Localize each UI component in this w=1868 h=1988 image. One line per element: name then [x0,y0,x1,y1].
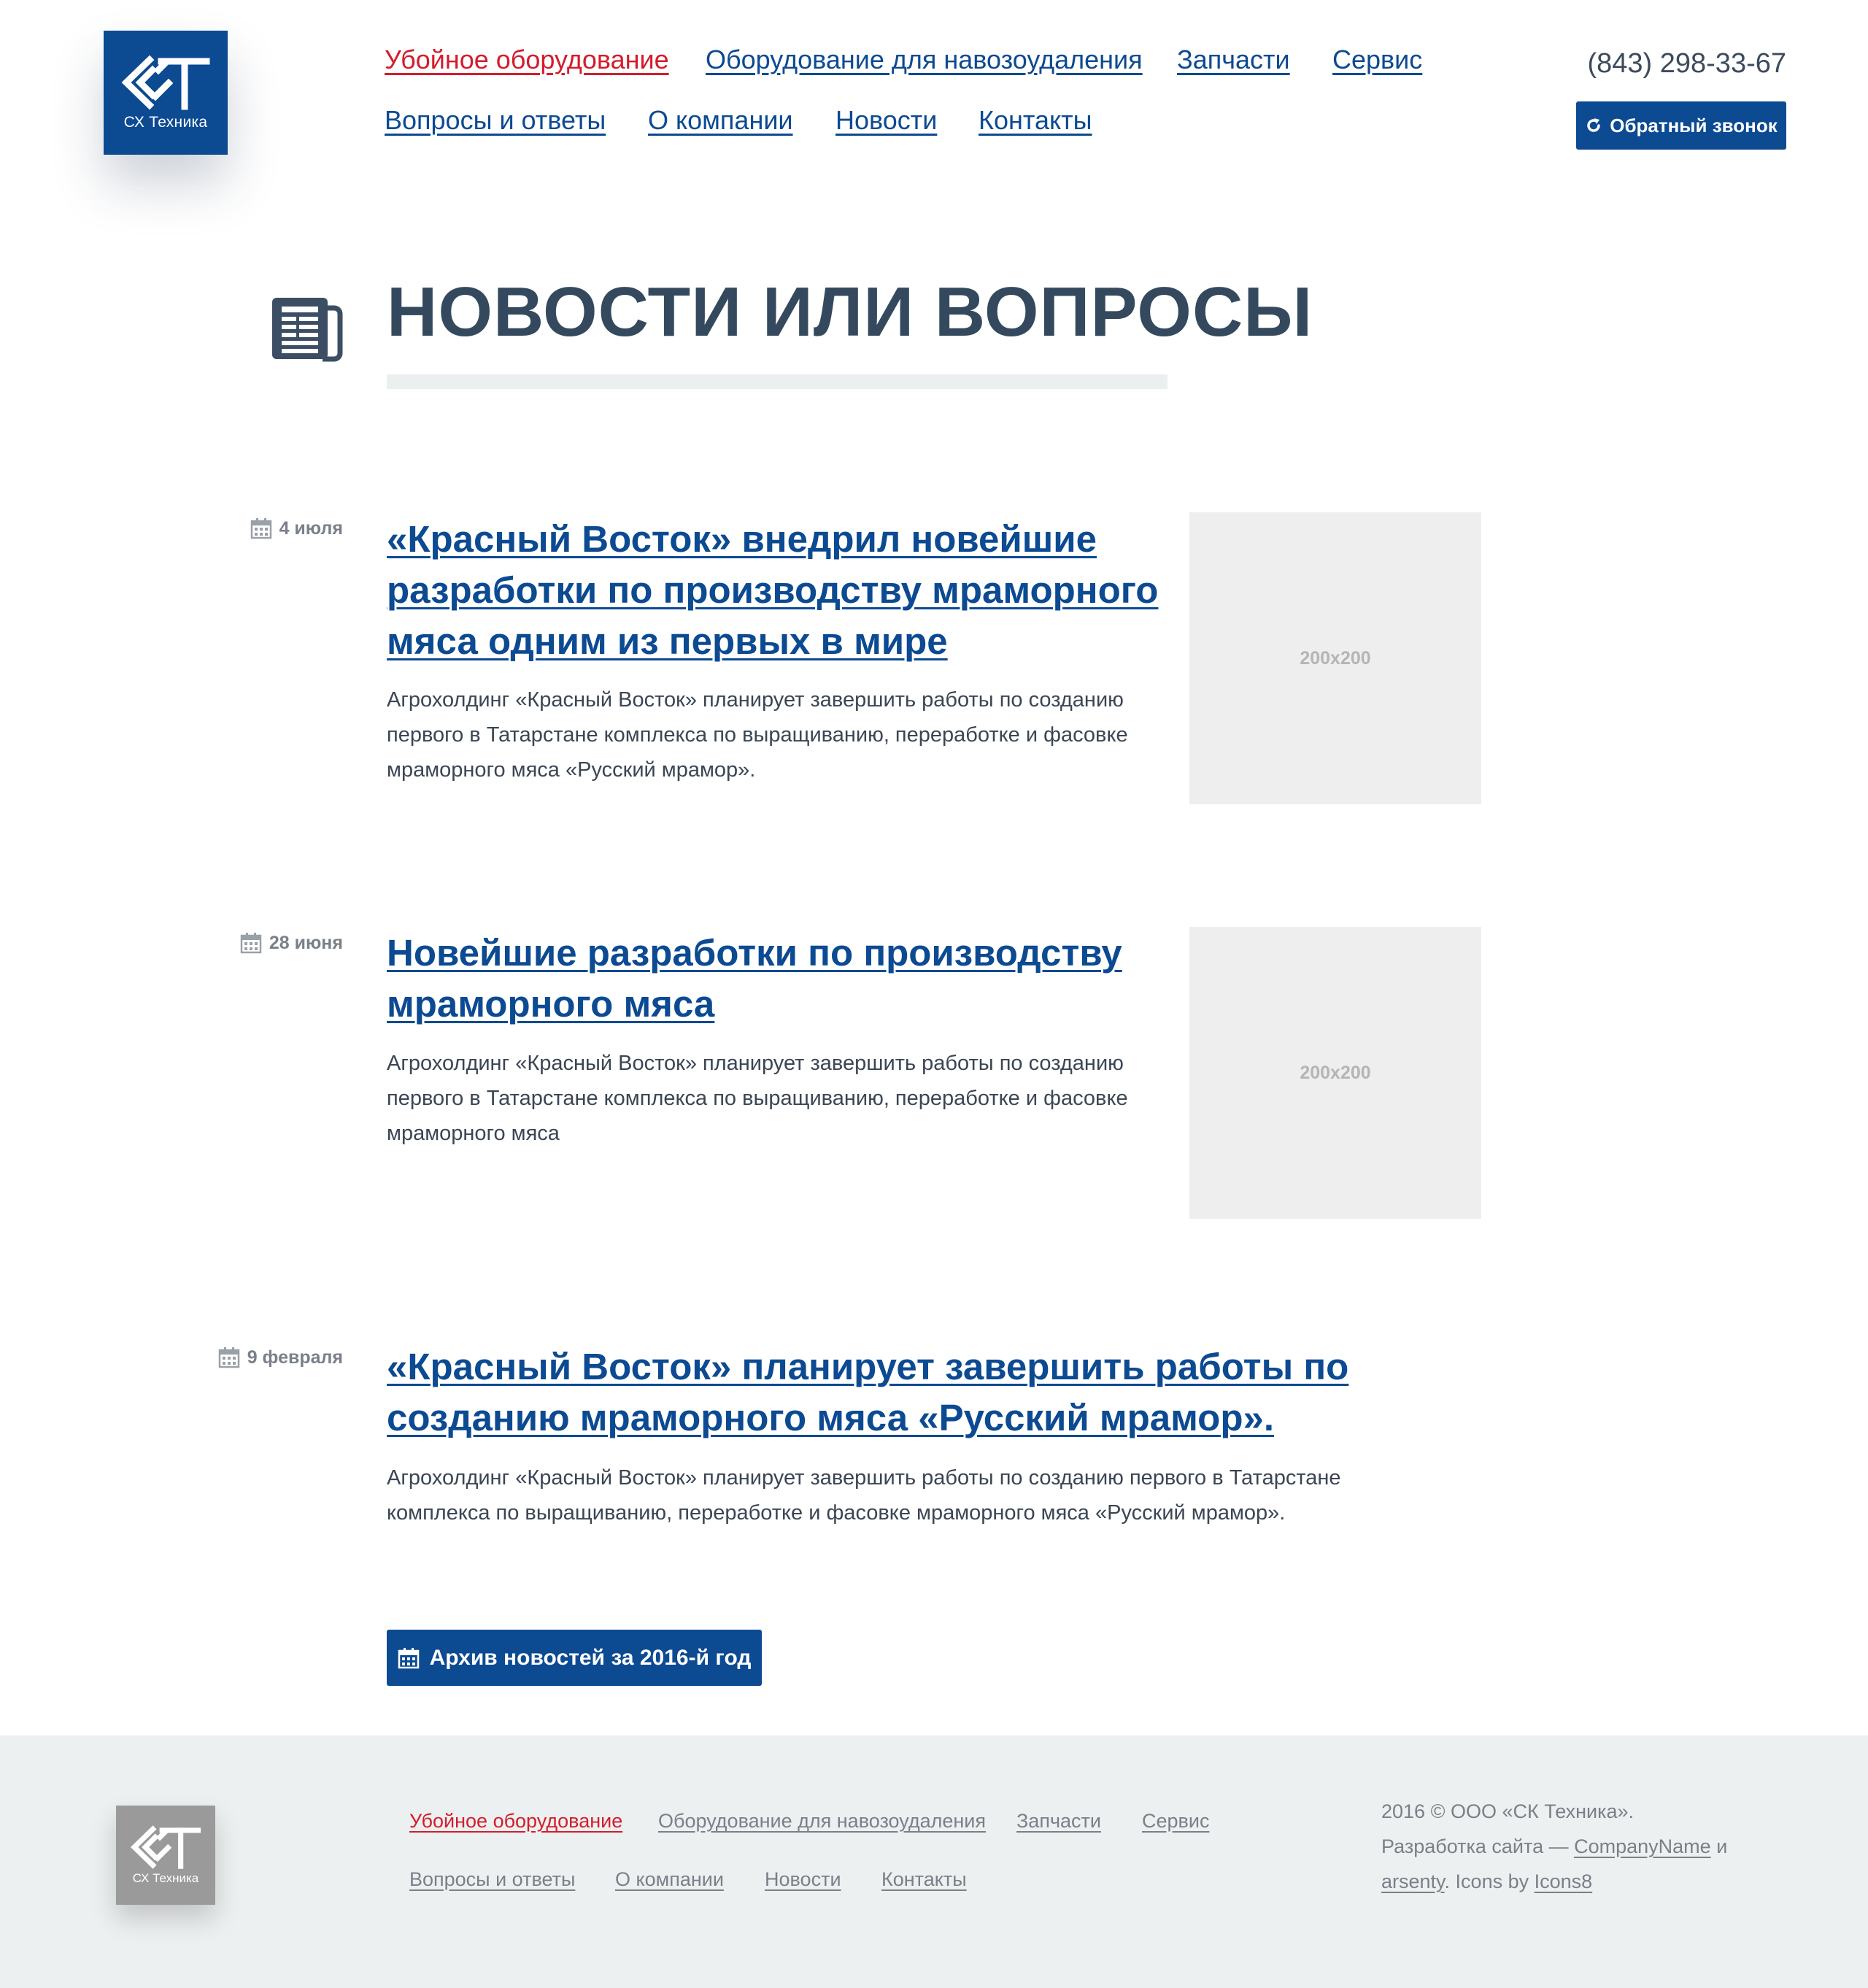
title-underline [387,374,1168,389]
footer-nav-about[interactable]: О компании [615,1868,724,1891]
nav-spare-parts[interactable]: Запчасти [1177,45,1290,75]
developer-company-link[interactable]: CompanyName [1574,1835,1711,1857]
copyright-text: 2016 © ООО «СК Техника». [1381,1800,1634,1822]
nav-faq[interactable]: Вопросы и ответы [385,105,606,136]
footer-nav-faq[interactable]: Вопросы и ответы [409,1868,575,1891]
icons-prefix: . Icons by [1444,1871,1529,1892]
logo-mark-icon [130,1825,201,1869]
site-logo[interactable]: СХ Техника [104,31,228,155]
news-date-text: 28 июня [269,932,343,953]
newspaper-icon [270,295,343,366]
developer-and: и [1716,1835,1728,1857]
nav-manure-removal[interactable]: Оборудование для навозоудаления [706,45,1143,75]
footer-nav-spare-parts[interactable]: Запчасти [1016,1810,1101,1833]
news-image-placeholder[interactable]: 200x200 [1189,927,1481,1219]
developer-prefix: Разработка сайта — [1381,1835,1569,1857]
news-date: 28 июня [124,932,343,954]
nav-contacts[interactable]: Контакты [979,105,1092,136]
footer-logo-text: СХ Техника [132,1871,199,1885]
image-size-label: 200x200 [1300,1062,1371,1083]
callback-button[interactable]: Обратный звонок [1576,101,1786,150]
news-archive-button[interactable]: Архив новостей за 2016-й год [387,1630,762,1686]
news-image-placeholder[interactable]: 200x200 [1189,512,1481,804]
footer-nav-slaughter-equipment[interactable]: Убойное оборудование [409,1810,622,1833]
footer-nav-news[interactable]: Новости [765,1868,841,1891]
callback-label: Обратный звонок [1610,114,1778,136]
footer-nav-manure-removal[interactable]: Оборудование для навозоудаления [658,1810,986,1833]
news-title[interactable]: «Красный Восток» планирует завершить раб… [387,1341,1379,1444]
refresh-icon [1587,118,1600,132]
news-date-text: 4 июля [279,517,343,539]
news-title[interactable]: «Красный Восток» внедрил новейшие разраб… [387,514,1175,667]
archive-label: Архив новостей за 2016-й год [429,1645,752,1670]
calendar-icon [218,1347,239,1368]
footer-nav-service[interactable]: Сервис [1142,1810,1209,1833]
nav-about[interactable]: О компании [648,105,793,136]
developer-credit: Разработка сайта — CompanyName и [1381,1829,1790,1864]
icons-credit: arsenty. Icons by Icons8 [1381,1864,1790,1899]
logo-text: СХ Техника [123,114,208,131]
nav-slaughter-equipment[interactable]: Убойное оборудование [385,45,669,75]
nav-news[interactable]: Новости [835,105,937,136]
developer-author-link[interactable]: arsenty [1381,1871,1445,1892]
news-title[interactable]: Новейшие разработки по производству мрам… [387,928,1175,1030]
news-date: 9 февраля [124,1346,343,1368]
news-excerpt: Агрохолдинг «Красный Восток» планирует з… [387,1466,1341,1525]
calendar-icon [240,933,262,954]
news-excerpt: Агрохолдинг «Красный Восток» планирует з… [387,688,1128,782]
calendar-icon [250,518,271,539]
calendar-icon [398,1647,419,1668]
page-title: НОВОСТИ ИЛИ ВОПРОСЫ [387,273,1313,351]
footer-logo[interactable]: СХ Техника [116,1806,215,1905]
logo-mark-icon [121,55,210,110]
news-date-text: 9 февраля [247,1346,343,1368]
image-size-label: 200x200 [1300,647,1371,669]
footer-nav-contacts[interactable]: Контакты [881,1868,967,1891]
footer-copyright-block: 2016 © ООО «СК Техника». Разработка сайт… [1381,1794,1790,1899]
header-phone[interactable]: (843) 298-33-67 [1587,48,1786,80]
nav-service[interactable]: Сервис [1332,45,1422,75]
news-excerpt: Агрохолдинг «Красный Восток» планирует з… [387,1052,1128,1145]
news-date: 4 июля [124,517,343,539]
icons8-link[interactable]: Icons8 [1535,1871,1593,1892]
